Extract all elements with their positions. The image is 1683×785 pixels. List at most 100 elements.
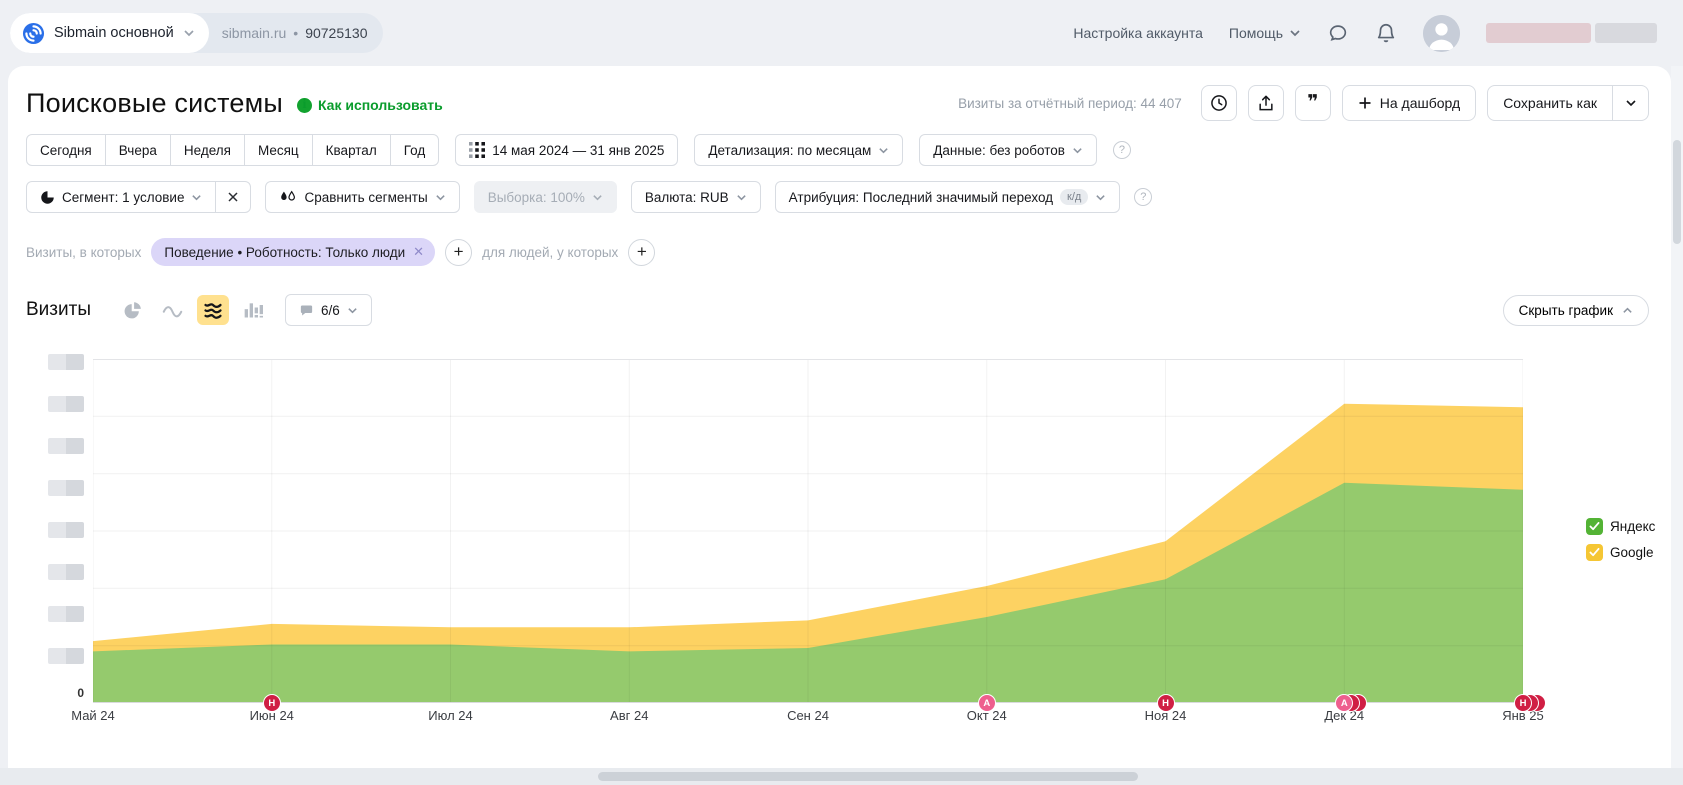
horizontal-scrollbar-thumb[interactable] <box>598 772 1138 781</box>
chart-type-pie-button[interactable] <box>117 295 149 325</box>
chevron-down-icon <box>1289 27 1301 39</box>
quotes-icon: ❞ <box>1307 98 1318 108</box>
plus-icon <box>1358 96 1372 110</box>
segment-label: Сегмент: 1 условие <box>62 190 184 205</box>
add-visit-condition-button[interactable]: + <box>445 239 472 266</box>
hide-chart-button[interactable]: Скрыть график <box>1503 295 1649 326</box>
chart-type-columns-button[interactable] <box>237 295 269 325</box>
attribution-dropdown[interactable]: Атрибуция: Последний значимый переход к/… <box>775 181 1121 213</box>
period-preset-1[interactable]: Вчера <box>105 134 171 166</box>
chevron-down-icon <box>592 192 603 203</box>
period-preset-0[interactable]: Сегодня <box>26 134 106 166</box>
annotation-marker[interactable]: А <box>978 694 996 712</box>
horizontal-scrollbar-track[interactable] <box>0 768 1683 785</box>
chevron-down-icon <box>183 27 195 39</box>
help-question-icon[interactable]: ? <box>1134 188 1152 206</box>
chevron-down-icon <box>191 192 202 203</box>
detalization-dropdown[interactable]: Детализация: по месяцам <box>694 134 903 166</box>
visits-caption: Визиты за отчётный период: <box>958 96 1137 111</box>
stacked-area-chart[interactable] <box>93 359 1523 703</box>
notifications-bell-icon[interactable] <box>1375 22 1397 44</box>
compare-segments-dropdown[interactable]: Сравнить сегменты <box>265 181 459 213</box>
help-menu[interactable]: Помощь <box>1229 25 1301 41</box>
redacted-block <box>1595 23 1657 43</box>
chart-type-stacked-area-button[interactable] <box>197 295 229 325</box>
segment-pie-icon <box>40 190 55 205</box>
period-preset-4[interactable]: Квартал <box>312 134 391 166</box>
segment-condition-chip[interactable]: Поведение • Роботность: Только люди ✕ <box>151 238 435 266</box>
redacted-block <box>1486 23 1591 43</box>
metrica-logo-icon <box>22 22 45 45</box>
dashboard-label: На дашборд <box>1380 95 1460 111</box>
chip-close-icon[interactable]: ✕ <box>413 244 424 260</box>
vertical-scrollbar-thumb[interactable] <box>1673 140 1681 244</box>
currency-label: Валюта: RUB <box>645 190 729 205</box>
x-axis-label: Сен 24 <box>773 708 843 723</box>
data-mode-dropdown[interactable]: Данные: без роботов <box>919 134 1097 166</box>
y-axis-label-redacted <box>48 438 84 454</box>
chart-metric-title: Визиты <box>26 299 91 321</box>
chevron-down-icon <box>1625 97 1637 109</box>
dot-separator: • <box>293 25 298 41</box>
counter-main[interactable]: Sibmain основной <box>10 13 209 53</box>
chevron-down-icon <box>1072 145 1083 156</box>
segment-clear-button[interactable] <box>215 181 251 213</box>
clock-icon <box>1209 93 1229 113</box>
legend-item-google[interactable]: Google <box>1586 544 1655 561</box>
annotation-marker[interactable]: Н <box>1157 694 1175 712</box>
schedule-button[interactable] <box>1201 85 1237 121</box>
data-mode-label: Данные: без роботов <box>933 143 1065 158</box>
close-icon <box>227 191 239 203</box>
how-to-use-link[interactable]: i Как использовать <box>297 97 443 113</box>
save-as-menu-button[interactable] <box>1613 85 1649 121</box>
chevron-down-icon <box>736 192 747 203</box>
annotation-marker[interactable]: Н <box>263 694 281 712</box>
period-preset-3[interactable]: Месяц <box>244 134 313 166</box>
date-range-button[interactable]: 14 мая 2024 — 31 янв 2025 <box>455 134 678 166</box>
attribution-badge: к/д <box>1060 189 1088 205</box>
save-as-button[interactable]: Сохранить как <box>1487 85 1613 121</box>
user-avatar[interactable] <box>1423 15 1460 52</box>
chevron-down-icon <box>347 305 358 316</box>
feedback-chat-icon[interactable] <box>1327 22 1349 44</box>
column-chart-icon <box>243 300 263 320</box>
sampling-dropdown[interactable]: Выборка: 100% <box>474 181 617 213</box>
chart-canvas[interactable] <box>93 359 1523 703</box>
period-preset-5[interactable]: Год <box>390 134 440 166</box>
y-axis-label-redacted <box>48 564 84 580</box>
x-axis-label: Авг 24 <box>594 708 664 723</box>
chart-type-line-button[interactable] <box>157 295 189 325</box>
annotations-counter-button[interactable]: 6/6 <box>285 294 372 326</box>
y-axis-label-redacted <box>48 606 84 622</box>
counter-info: sibmain.ru • 90725130 <box>209 13 384 53</box>
add-to-dashboard-button[interactable]: На дашборд <box>1342 85 1476 121</box>
chevron-up-icon <box>1622 305 1633 316</box>
segment-dropdown[interactable]: Сегмент: 1 условие <box>26 181 216 213</box>
x-axis-label: Июл 24 <box>416 708 486 723</box>
add-people-condition-button[interactable]: + <box>628 239 655 266</box>
help-question-icon[interactable]: ? <box>1113 141 1131 159</box>
annotation-marker[interactable]: Н <box>1514 694 1532 712</box>
counter-switcher[interactable]: Sibmain основной sibmain.ru • 90725130 <box>10 13 383 53</box>
vertical-scrollbar-track[interactable] <box>1671 66 1683 768</box>
checkbox-checked-icon[interactable] <box>1586 518 1603 535</box>
legend-item-yandex[interactable]: Яндекс <box>1586 518 1655 535</box>
report-card: Поисковые системы i Как использовать Виз… <box>8 66 1671 768</box>
top-header: Sibmain основной sibmain.ru • 90725130 Н… <box>0 0 1683 66</box>
account-settings-link[interactable]: Настройка аккаунта <box>1073 25 1203 41</box>
checkbox-checked-icon[interactable] <box>1586 544 1603 561</box>
chart-legend: Яндекс Google <box>1586 518 1655 561</box>
attribution-label: Атрибуция: Последний значимый переход <box>789 190 1053 205</box>
help-label: Помощь <box>1229 25 1283 41</box>
chevron-down-icon <box>878 145 889 156</box>
export-button[interactable] <box>1248 85 1284 121</box>
pie-chart-icon <box>123 301 142 320</box>
visits-in-which-label: Визиты, в которых <box>26 245 141 260</box>
counter-id: 90725130 <box>305 25 367 41</box>
currency-dropdown[interactable]: Валюта: RUB <box>631 181 761 213</box>
period-presets-group: СегодняВчераНеделяМесяцКварталГод <box>26 134 439 166</box>
for-people-label: для людей, у которых <box>482 245 618 260</box>
annotations-button[interactable]: ❞ <box>1295 85 1331 121</box>
period-preset-2[interactable]: Неделя <box>170 134 245 166</box>
y-axis-label-redacted <box>48 396 84 412</box>
